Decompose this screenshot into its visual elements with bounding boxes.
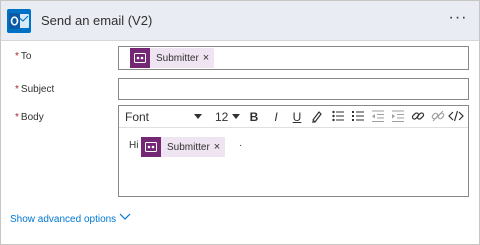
forms-icon — [130, 48, 150, 68]
to-label: * To — [15, 51, 32, 62]
unlink-icon[interactable] — [430, 109, 446, 125]
token-label: Submitter — [167, 141, 210, 153]
numbered-list-icon[interactable] — [350, 109, 366, 125]
submitter-token[interactable]: Submitter × — [130, 48, 215, 68]
submitter-token[interactable]: Submitter × — [141, 137, 226, 157]
required-star: * — [15, 84, 19, 95]
body-text: Hi — [129, 140, 139, 151]
subject-input[interactable] — [118, 78, 469, 100]
remove-token-icon[interactable]: × — [203, 52, 214, 64]
required-star: * — [15, 51, 19, 62]
bulleted-list-icon[interactable] — [330, 109, 346, 125]
code-view-icon[interactable] — [448, 109, 464, 125]
send-email-action-card: Send an email (V2) ··· * To Submitter × *… — [0, 0, 480, 245]
decrease-indent-icon[interactable] — [370, 109, 386, 125]
forms-icon — [141, 137, 161, 157]
outlook-icon — [7, 9, 31, 33]
subject-label: * Subject — [15, 84, 55, 95]
italic-icon[interactable]: I — [268, 109, 284, 125]
bold-icon[interactable]: B — [246, 109, 262, 125]
to-field[interactable]: Submitter × — [118, 46, 469, 70]
highlight-icon[interactable] — [309, 109, 325, 125]
show-advanced-options-link[interactable]: Show advanced options — [10, 214, 116, 225]
link-icon[interactable] — [410, 109, 426, 125]
chevron-down-icon[interactable] — [194, 114, 202, 119]
font-dropdown[interactable]: Font — [125, 110, 149, 124]
more-options-button[interactable]: ··· — [447, 9, 469, 31]
token-label: Submitter — [156, 52, 199, 64]
chevron-down-icon[interactable] — [119, 211, 131, 221]
increase-indent-icon[interactable] — [390, 109, 406, 125]
body-editor[interactable]: Font 12 B I U Hi Submitter × · — [118, 105, 469, 197]
chevron-down-icon[interactable] — [232, 114, 240, 119]
required-star: * — [15, 112, 19, 123]
remove-token-icon[interactable]: × — [214, 141, 225, 153]
rich-text-toolbar: Font 12 B I U — [119, 106, 468, 128]
underline-icon[interactable]: U — [289, 109, 305, 125]
font-size-dropdown[interactable]: 12 — [215, 110, 228, 124]
body-label: * Body — [15, 112, 44, 123]
action-header[interactable]: Send an email (V2) ··· — [1, 1, 479, 41]
action-title: Send an email (V2) — [41, 13, 153, 28]
body-trailing-text: · — [239, 140, 243, 151]
